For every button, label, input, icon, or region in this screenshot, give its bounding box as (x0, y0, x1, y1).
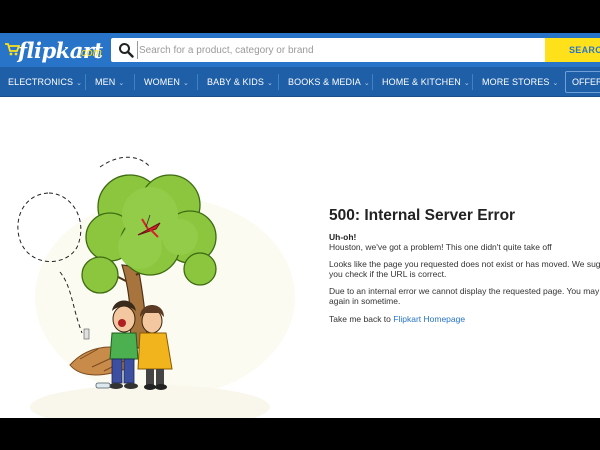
nav-divider (472, 74, 473, 90)
houston-text: Houston, we've got a problem! This one d… (329, 242, 552, 252)
nav-item-men[interactable]: MEN ⌄ (95, 67, 124, 97)
nav-item-baby-kids[interactable]: BABY & KIDS ⌄ (207, 67, 273, 97)
internal-error-line-2: again in sometime. (329, 296, 401, 306)
nav-divider (197, 74, 198, 90)
chevron-down-icon: ⌄ (363, 80, 370, 87)
dashed-path (99, 156, 151, 168)
nav-item-label: BOOKS & MEDIA (288, 77, 361, 87)
search-bar (111, 38, 545, 62)
back-home-prefix: Take me back to (329, 314, 394, 324)
nav-item-electronics[interactable]: ELECTRONICS ⌄ (8, 67, 82, 97)
chevron-down-icon: ⌄ (266, 80, 273, 87)
nav-divider (278, 74, 279, 90)
search-input[interactable] (137, 41, 537, 59)
moved-text-line-2: you check if the URL is correct. (329, 269, 447, 279)
nav-item-more-stores[interactable]: MORE STORES ⌄ (482, 67, 558, 97)
chevron-down-icon: ⌄ (552, 80, 559, 87)
search-icon (119, 43, 134, 58)
error-title: 500: Internal Server Error (329, 207, 516, 224)
nav-item-books-media[interactable]: BOOKS & MEDIA ⌄ (288, 67, 370, 97)
nav-divider (372, 74, 373, 90)
chevron-down-icon: ⌄ (183, 80, 189, 87)
nav-item-label: HOME & KITCHEN (382, 77, 461, 87)
nav-item-home-kitchen[interactable]: HOME & KITCHEN ⌄ (382, 67, 470, 97)
chevron-down-icon: ⌄ (463, 80, 470, 87)
offers-button[interactable]: OFFERS (565, 71, 600, 93)
browser-viewport: flipkart .com SEARCH ELECTRONICS⌄ MEN⌄ W… (0, 33, 600, 418)
nav-divider (85, 74, 86, 90)
error-illustration (17, 156, 295, 418)
back-home-text: Take me back to Flipkart Homepage (329, 314, 465, 325)
flipkart-logo[interactable]: flipkart .com (4, 36, 103, 64)
nav-item-label: BABY & KIDS (207, 77, 264, 87)
homepage-link[interactable]: Flipkart Homepage (393, 314, 465, 324)
bottle-icon (95, 382, 111, 389)
logo-domain: .com (78, 47, 102, 59)
chevron-down-icon: ⌄ (118, 80, 125, 87)
search-button[interactable]: SEARCH (545, 38, 600, 62)
small-can-icon (83, 328, 90, 340)
category-nav: ELECTRONICS ⌄ MEN ⌄ WOMEN ⌄ BABY & KIDS ⌄ BO… (0, 67, 600, 97)
nav-item-label: WOMEN (144, 77, 180, 87)
tree-foliage (81, 174, 217, 294)
nav-item-women[interactable]: WOMEN ⌄ (144, 67, 189, 97)
chevron-down-icon: ⌄ (76, 80, 83, 87)
nav-divider (134, 74, 135, 90)
nav-item-label: ELECTRONICS (8, 77, 74, 87)
site-header: flipkart .com SEARCH (0, 33, 600, 67)
nav-item-label: MEN (95, 77, 116, 87)
nav-item-label: MORE STORES (482, 77, 550, 87)
